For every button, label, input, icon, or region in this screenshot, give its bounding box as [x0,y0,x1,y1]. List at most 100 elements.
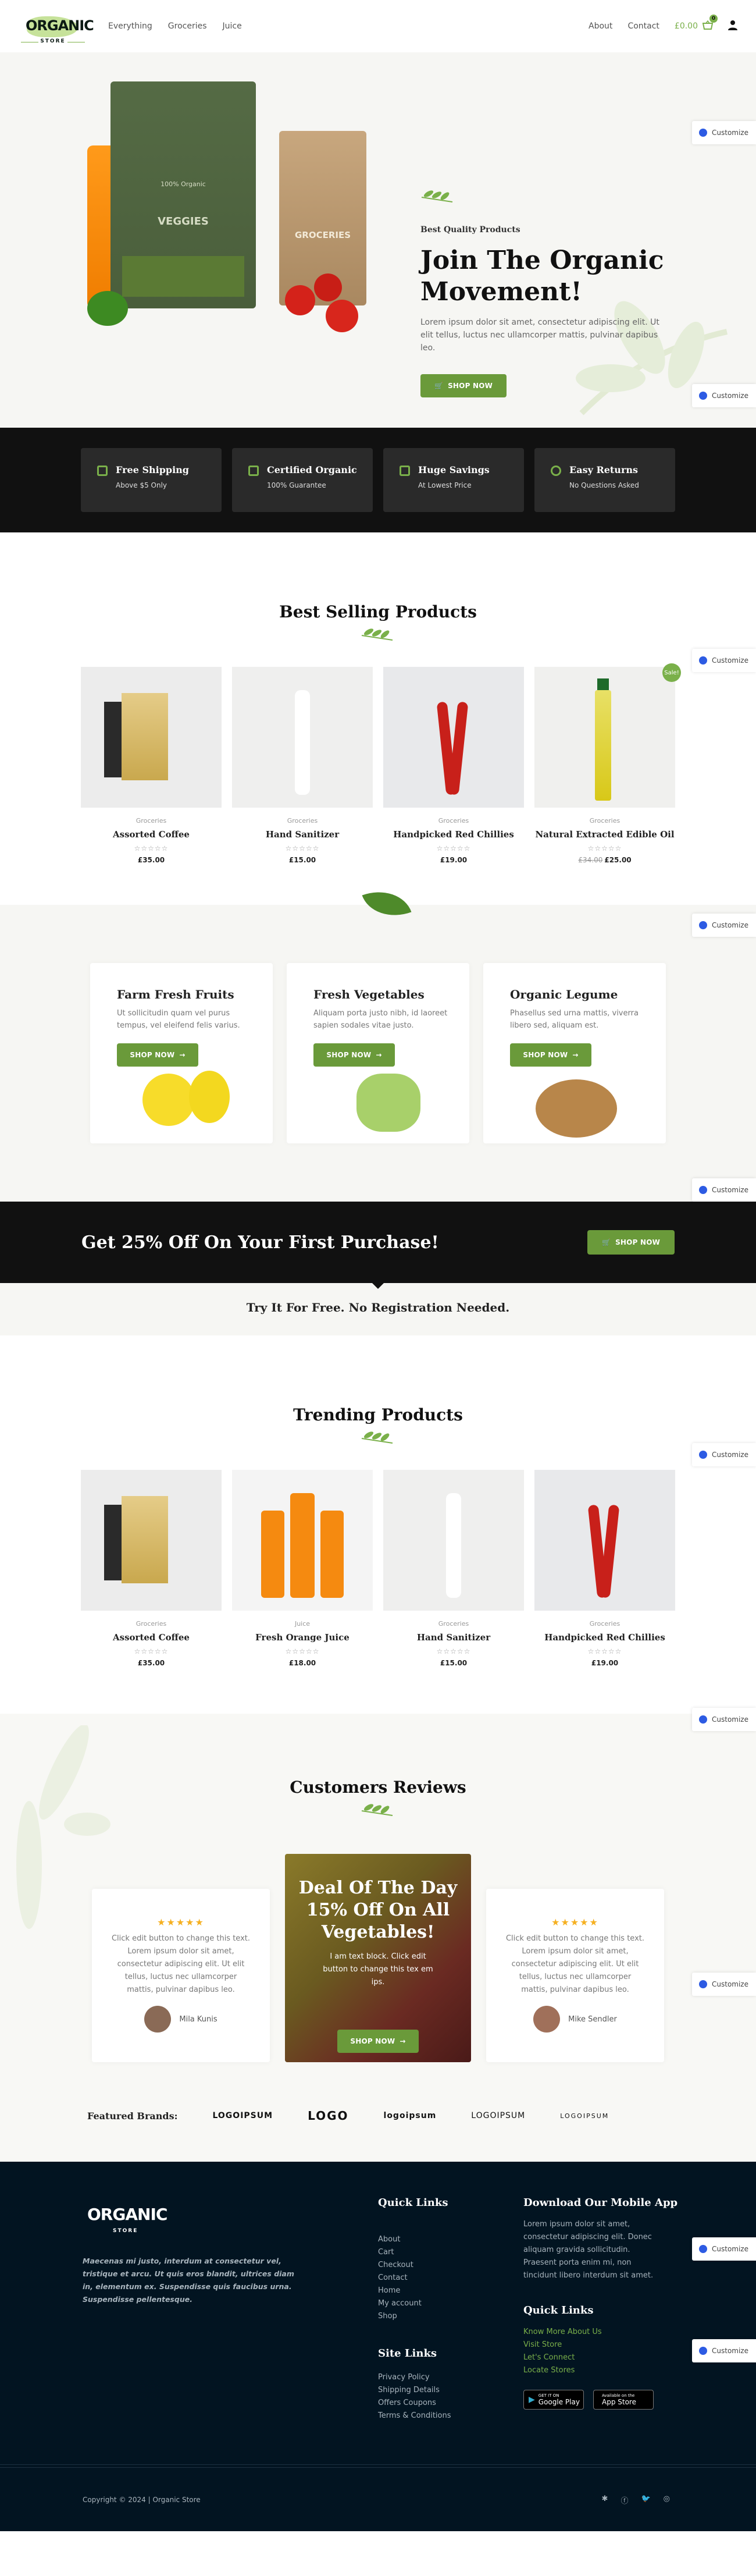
feature-title: Free Shipping [116,464,189,475]
footer-heading: Quick Links [523,2304,594,2316]
product-card[interactable]: Groceries Handpicked Red Chillies ☆☆☆☆☆ … [383,667,524,864]
customize-button[interactable]: Customize [692,914,756,937]
footer-link[interactable]: Checkout [378,2259,451,2272]
avatar [533,2006,561,2033]
customize-button[interactable]: Customize [692,1178,756,1202]
category-shop-now-button[interactable]: SHOP NOW → [313,1043,395,1067]
customize-button[interactable]: Customize [692,384,756,407]
footer-link[interactable]: Offers Coupons [378,2397,451,2410]
veggies-bag: 100% Organic VEGGIES [110,81,256,308]
footer-link[interactable]: Let's Connect [523,2351,677,2364]
product-card[interactable]: Groceries Hand Sanitizer ☆☆☆☆☆ £15.00 [232,667,373,864]
product-card[interactable]: Groceries Assorted Coffee ☆☆☆☆☆ £35.00 [81,1470,222,1667]
deal-shop-now-label: SHOP NOW [350,2037,395,2045]
brand-logo[interactable]: LOGOIPSUM [471,2111,525,2120]
footer-link[interactable]: Home [378,2284,451,2297]
product-price: £35.00 [137,1659,165,1667]
cart-icon: 🛒 [434,382,444,390]
product-name[interactable]: Hand Sanitizer [383,1632,524,1643]
veggies-bag-label: VEGGIES [158,215,209,228]
instagram-icon[interactable]: ◎ [664,2495,670,2506]
product-card[interactable]: Sale! Groceries Natural Extracted Edible… [534,663,681,864]
twitter-icon[interactable]: 🐦 [641,2495,650,2506]
footer-link[interactable]: Shipping Details [378,2384,451,2397]
categories-section: Farm Fresh Fruits Ut sollicitudin quam v… [0,881,756,1202]
customize-button[interactable]: Customize [692,1708,756,1731]
customize-label: Customize [712,1715,748,1724]
product-image-coffee[interactable] [81,667,222,808]
shop-now-label: SHOP NOW [523,1051,568,1059]
category-body: Phasellus sed urna mattis, viverra liber… [510,1009,639,1030]
product-name[interactable]: Assorted Coffee [81,829,222,840]
footer-app: Download Our Mobile App Lorem ipsum dolo… [523,2197,677,2410]
footer-link[interactable]: Visit Store [523,2339,677,2351]
product-image-orange-juice[interactable] [232,1470,373,1611]
hero-content: Best Quality Products Join The Organic M… [420,189,682,397]
customize-button[interactable]: Customize [692,1973,756,1996]
brand-logo[interactable]: LOGOIPSUM [212,2111,273,2120]
brand-logo[interactable]: LOGO [308,2109,348,2123]
product-image-chillies[interactable] [383,667,524,808]
nav-groceries[interactable]: Groceries [168,22,207,31]
brand-logo[interactable]: logoipsum [384,2111,437,2120]
product-card[interactable]: Groceries Assorted Coffee ☆☆☆☆☆ £35.00 [81,667,222,864]
product-image-sanitizer[interactable] [383,1470,524,1611]
nav-everything[interactable]: Everything [108,22,152,31]
footer-logo[interactable]: ORGANIC STORE [83,2197,170,2237]
user-icon[interactable] [728,20,737,33]
palette-icon [699,1715,707,1724]
promo-shop-now-button[interactable]: 🛒 SHOP NOW [587,1230,675,1255]
nav-contact[interactable]: Contact [627,22,659,31]
product-image-oil[interactable] [534,667,675,808]
product-card[interactable]: Groceries Handpicked Red Chillies ☆☆☆☆☆ … [534,1470,675,1667]
customize-button[interactable]: Customize [692,2339,756,2362]
product-name[interactable]: Fresh Orange Juice [232,1632,373,1643]
product-name[interactable]: Assorted Coffee [81,1632,222,1643]
nav-about[interactable]: About [589,22,612,31]
hero-shop-now-button[interactable]: 🛒 SHOP NOW [420,374,507,397]
footer-link[interactable]: My account [378,2297,451,2310]
product-name[interactable]: Hand Sanitizer [232,829,373,840]
deal-title: Deal Of The Day 15% Off On All Vegetable… [298,1878,458,1942]
facebook-icon[interactable]: ⓕ [621,2495,628,2506]
google-play-button[interactable]: ▶ GET IT ON Google Play [523,2390,584,2410]
app-store-button[interactable]: Available on the App Store [593,2390,654,2410]
customize-button[interactable]: Customize [692,649,756,672]
product-card[interactable]: Groceries Hand Sanitizer ☆☆☆☆☆ £15.00 [383,1470,524,1667]
yelp-icon[interactable]: ✱ [602,2495,608,2506]
arrow-right-icon: → [572,1051,579,1059]
palette-icon [699,2347,707,2355]
nav-juice[interactable]: Juice [223,22,242,31]
cart-total: £0.00 [674,22,698,31]
category-title: Fresh Vegetables [313,987,425,1001]
product-name[interactable]: Natural Extracted Edible Oil [534,829,675,840]
logo[interactable]: ORGANIC STORE [21,8,94,44]
recycle-icon [551,466,561,476]
feature-title: Easy Returns [569,464,639,475]
category-shop-now-button[interactable]: SHOP NOW → [510,1043,591,1067]
footer-link[interactable]: Terms & Conditions [378,2410,451,2422]
footer-link[interactable]: Shop [378,2310,451,2323]
feature-title: Certified Organic [267,464,357,475]
category-shop-now-button[interactable]: SHOP NOW → [117,1043,198,1067]
product-image-sanitizer[interactable] [232,667,373,808]
brand-logo[interactable]: LOGOIPSUM [560,2112,609,2120]
deal-shop-now-button[interactable]: SHOP NOW → [337,2030,419,2053]
product-name[interactable]: Handpicked Red Chillies [534,1632,675,1643]
footer-link[interactable]: Locate Stores [523,2364,677,2377]
footer-link[interactable]: Cart [378,2246,451,2259]
product-card[interactable]: Juice Fresh Orange Juice ☆☆☆☆☆ £18.00 [232,1470,373,1667]
cart-button[interactable]: £0.00 0 [674,15,718,32]
footer-link[interactable]: Know More About Us [523,2326,677,2339]
customize-button[interactable]: Customize [692,1443,756,1466]
footer-link[interactable]: About [378,2233,451,2246]
product-image-coffee[interactable] [81,1470,222,1611]
product-name[interactable]: Handpicked Red Chillies [383,829,524,840]
customize-button[interactable]: Customize [692,2237,756,2261]
palette-icon [699,1186,707,1194]
footer-link[interactable]: Contact [378,2272,451,2284]
customize-button[interactable]: Customize [692,121,756,144]
footer-link[interactable]: Privacy Policy [378,2371,451,2384]
deal-of-the-day-card: Deal Of The Day 15% Off On All Vegetable… [285,1854,471,2062]
product-image-chillies[interactable] [534,1470,675,1611]
